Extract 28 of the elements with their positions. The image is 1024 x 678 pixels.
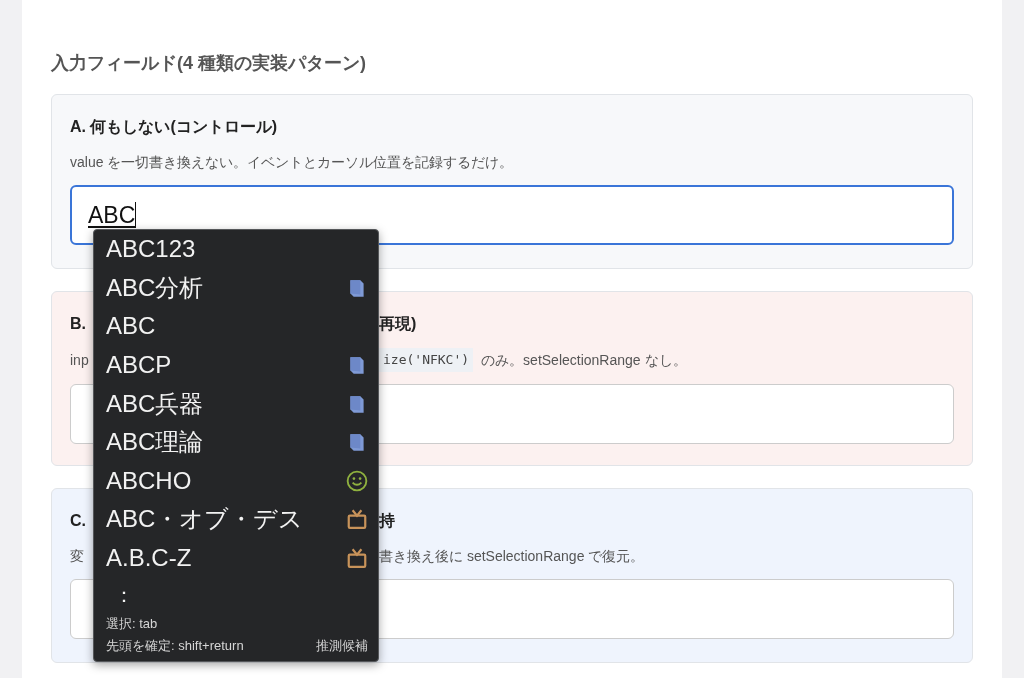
card-title: B. bbox=[70, 315, 86, 332]
smiley-icon bbox=[346, 469, 368, 492]
card-description: value を一切書き換えない。イベントとカーソル位置を記録するだけ。 bbox=[70, 154, 514, 170]
shortcut-hint: 先頭を確定: shift+return bbox=[106, 637, 244, 656]
tv-icon bbox=[346, 508, 368, 531]
section-heading: 入力フィールド(4 種類の実装パターン) bbox=[51, 52, 367, 75]
card-title: A. 何もしない(コントロール) bbox=[70, 118, 278, 135]
suggestion-item[interactable]: ABCP bbox=[106, 345, 368, 385]
candidate-source-label: 推測候補 bbox=[316, 637, 368, 656]
code-snippet: ize('NFKC') bbox=[379, 348, 474, 372]
card-description: inp bbox=[70, 352, 89, 368]
more-indicator: ： bbox=[113, 583, 135, 609]
suggestion-item[interactable]: ABCHO bbox=[106, 461, 368, 501]
card-description: 書き換え後に setSelectionRange で復元。 bbox=[379, 548, 645, 564]
card-title: C. bbox=[70, 512, 86, 529]
suggestion-item[interactable]: ABC分析 bbox=[106, 268, 368, 308]
suggestion-item[interactable]: ABC・オブ・デス bbox=[106, 500, 368, 539]
suggestion-item[interactable]: ABC bbox=[106, 307, 368, 346]
card-description: のみ。setSelectionRange なし。 bbox=[481, 352, 687, 368]
suggestion-item[interactable]: ABC兵器 bbox=[106, 384, 368, 423]
card-title: 持 bbox=[379, 512, 395, 529]
card-description: 変 bbox=[70, 548, 84, 564]
suggestion-item[interactable]: A.B.C-Z bbox=[106, 538, 368, 578]
tv-icon bbox=[346, 547, 368, 570]
text-cursor bbox=[135, 202, 137, 228]
shortcut-hint: 選択: tab bbox=[106, 615, 159, 634]
card-title: 再現) bbox=[379, 315, 417, 332]
suggestion-item[interactable]: ABC理論 bbox=[106, 422, 368, 462]
